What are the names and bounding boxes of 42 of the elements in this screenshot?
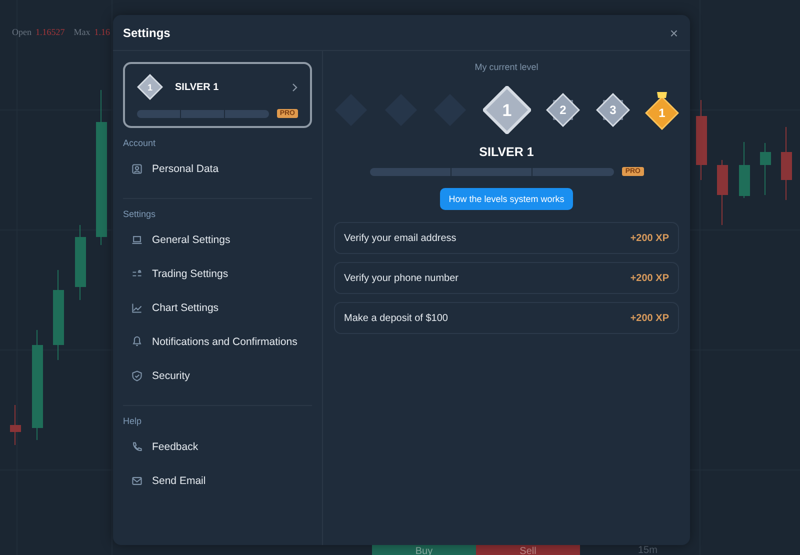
sidebar-item[interactable]: Security — [123, 359, 312, 393]
envelope-icon — [131, 475, 143, 487]
candlestick — [717, 160, 728, 226]
max-label: Max — [74, 27, 90, 37]
line-chart-icon — [131, 302, 143, 314]
laptop-icon — [131, 234, 143, 246]
sidebar-item[interactable]: Personal Data — [123, 152, 312, 186]
level-icon: 1 — [482, 86, 530, 134]
task-label: Verify your email address — [344, 232, 456, 244]
level-icon: 2 — [546, 93, 580, 127]
sidebar-item[interactable]: Chart Settings — [123, 291, 312, 325]
task-label: Make a deposit of $100 — [344, 312, 448, 324]
level-name: SILVER 1 — [175, 82, 220, 92]
current-level-caption: My current level — [474, 62, 538, 72]
window-title: Settings — [123, 26, 170, 40]
xp-reward: +200 XP — [630, 232, 669, 244]
open-value: 1.16527 — [36, 27, 65, 37]
candlestick — [739, 142, 750, 198]
max-value: 1.16 — [94, 27, 110, 37]
section-title: Account — [123, 138, 157, 148]
bell-icon — [131, 336, 143, 348]
xp-reward: +200 XP — [630, 312, 669, 324]
sidebar-item[interactable]: Feedback — [123, 430, 312, 464]
sidebar-item[interactable]: Send Email — [123, 464, 312, 498]
phone-icon — [131, 441, 143, 453]
close-button[interactable]: × — [668, 24, 680, 40]
task-label: Verify your phone number — [344, 272, 459, 284]
sidebar-item[interactable]: General Settings — [123, 223, 312, 257]
level-name: SILVER 1 — [479, 145, 534, 159]
sidebar-item[interactable]: Notifications and Confirmations — [123, 325, 312, 359]
section-title: Settings — [123, 209, 157, 219]
chevron-right-icon — [292, 82, 298, 92]
xp-reward: +200 XP — [630, 272, 669, 284]
level-icon: 3 — [596, 93, 630, 127]
profile-icon — [131, 163, 143, 175]
candlestick — [10, 404, 21, 446]
open-label: Open — [12, 27, 32, 37]
shield-icon — [131, 370, 143, 382]
sidebar-item[interactable]: Trading Settings — [123, 257, 312, 291]
section-title: Help — [123, 416, 143, 426]
candlestick — [760, 142, 771, 196]
level-icon: 1 — [137, 74, 163, 100]
